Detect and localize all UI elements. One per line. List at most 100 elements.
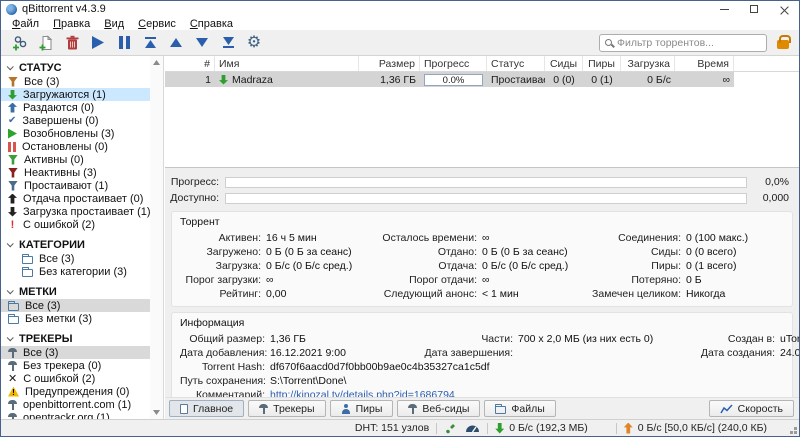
sidebar-tracker-openbittorrent[interactable]: openbittorrent.com (1)	[1, 398, 163, 411]
bottom-priority-button[interactable]	[215, 32, 241, 54]
menu-edit[interactable]: Правка	[46, 18, 97, 30]
stat-value: ∞	[482, 232, 580, 244]
tab-label: Веб-сиды	[422, 403, 469, 415]
sidebar-item-stalled[interactable]: Простаивают (1)	[1, 179, 163, 192]
sidebar-tag-all[interactable]: Все (3)	[1, 299, 163, 312]
sidebar-scrollbar[interactable]	[150, 56, 163, 419]
torrent-table-header: # Имя Размер Прогресс Статус Сиды Пиры З…	[165, 56, 799, 72]
section-trackers[interactable]: ТРЕКЕРЫ	[7, 332, 163, 345]
sidebar-tracker-warning[interactable]: !Предупреждения (0)	[1, 385, 163, 398]
error-circle-icon: ✕	[8, 372, 17, 385]
tab-webseeds[interactable]: Веб-сиды	[397, 400, 480, 417]
sidebar-tracker-error[interactable]: ✕С ошибкой (2)	[1, 372, 163, 385]
stat-value: 0 Б (0 Б за сеанс)	[266, 246, 376, 258]
sidebar-item-all[interactable]: Все (3)	[1, 75, 163, 88]
resize-grip[interactable]	[794, 431, 797, 434]
torrent-seeds: 0 (0)	[545, 72, 583, 87]
stat-value: 0,00	[266, 288, 376, 300]
scroll-down-icon[interactable]	[153, 410, 160, 415]
connection-status-icon[interactable]	[444, 422, 457, 434]
move-up-button[interactable]	[163, 32, 189, 54]
torrent-group: Торрент Активен:16 ч 5 мин Загружено:0 Б…	[171, 211, 793, 307]
pause-button[interactable]	[111, 32, 137, 54]
sidebar-category-all[interactable]: Все (3)	[1, 252, 163, 265]
dht-status: DHT: 151 узлов	[355, 422, 429, 434]
column-header-download[interactable]: Загрузка	[621, 56, 675, 71]
close-button[interactable]	[769, 1, 799, 17]
lock-icon[interactable]	[777, 40, 789, 49]
column-header-progress[interactable]: Прогресс	[420, 56, 487, 71]
search-input[interactable]	[617, 37, 761, 49]
sidebar-tracker-opentrackr[interactable]: opentrackr.org (1)	[1, 411, 163, 419]
move-down-icon	[196, 38, 208, 47]
availability-label: Доступно:	[165, 192, 225, 204]
sidebar-item-paused[interactable]: Остановлены (0)	[1, 140, 163, 153]
stat-label: Осталось времени:	[376, 232, 482, 244]
sidebar-item-label: Без метки (3)	[25, 313, 92, 325]
stat-value: Никогда	[686, 288, 784, 300]
scroll-up-icon[interactable]	[153, 60, 160, 65]
sidebar-item-label: opentrackr.org (1)	[23, 412, 110, 420]
stat-label: Пиры:	[580, 260, 686, 272]
section-categories[interactable]: КАТЕГОРИИ	[7, 238, 163, 251]
move-down-button[interactable]	[189, 32, 215, 54]
sidebar-item-active[interactable]: Активны (0)	[1, 153, 163, 166]
section-status[interactable]: СТАТУС	[7, 61, 163, 74]
torrent-row[interactable]: 1 Madraza 1,36 ГБ 0.0% Простаивает 0 (0)…	[165, 72, 734, 87]
sidebar-tracker-trackerless[interactable]: Без трекера (0)	[1, 359, 163, 372]
column-header-name[interactable]: Имя	[215, 56, 359, 71]
sidebar-item-downloading[interactable]: Загружаются (1)	[1, 88, 163, 101]
resume-button[interactable]	[85, 32, 111, 54]
sidebar-item-inactive[interactable]: Неактивны (3)	[1, 166, 163, 179]
sidebar-tracker-all[interactable]: Все (3)	[1, 346, 163, 359]
menu-help[interactable]: Справка	[183, 18, 240, 30]
sidebar-category-uncategorized[interactable]: Без категории (3)	[1, 265, 163, 278]
sidebar-tag-untagged[interactable]: Без метки (3)	[1, 312, 163, 325]
sidebar-item-errored[interactable]: !С ошибкой (2)	[1, 218, 163, 231]
upload-arrow-icon	[8, 194, 17, 204]
sidebar-item-label: openbittorrent.com (1)	[23, 399, 131, 411]
minimize-button[interactable]	[709, 1, 739, 17]
delete-button[interactable]	[59, 32, 85, 54]
menu-view[interactable]: Вид	[97, 18, 131, 30]
sidebar-item-label: Загружаются (1)	[23, 89, 106, 101]
sidebar-item-completed[interactable]: ✔Завершены (0)	[1, 114, 163, 127]
sidebar-item-stalled-uploading[interactable]: Отдача простаивает (0)	[1, 192, 163, 205]
menu-file[interactable]: Файл	[5, 18, 46, 30]
torrent-name: Madraza	[232, 74, 273, 86]
speed-button[interactable]: Скорость	[709, 400, 794, 417]
column-header-num[interactable]: #	[165, 56, 215, 71]
upload-speed-text[interactable]: 0 Б/с [50,0 КБ/с] (240,0 КБ)	[638, 422, 767, 434]
add-torrent-link-button[interactable]	[7, 32, 33, 54]
sidebar-item-resumed[interactable]: Возобновлены (3)	[1, 127, 163, 140]
info-value: 1,36 ГБ	[270, 333, 422, 345]
sidebar-item-stalled-downloading[interactable]: Загрузка простаивает (1)	[1, 205, 163, 218]
window-controls	[709, 1, 799, 17]
tab-peers[interactable]: Пиры	[330, 400, 394, 417]
stat-label: Рейтинг:	[180, 288, 266, 300]
alt-speed-icon[interactable]	[465, 423, 480, 433]
stat-value: 0 (100 макс.)	[686, 232, 784, 244]
top-priority-button[interactable]	[137, 32, 163, 54]
chevron-down-icon	[7, 287, 14, 294]
tab-trackers[interactable]: Трекеры	[248, 400, 325, 417]
sidebar-item-seeding[interactable]: Раздаются (0)	[1, 101, 163, 114]
column-header-size[interactable]: Размер	[359, 56, 420, 71]
stat-value: 0 Б/с (0 Б/с сред.)	[482, 260, 580, 272]
column-header-eta[interactable]: Время	[675, 56, 734, 71]
add-torrent-file-button[interactable]	[33, 32, 59, 54]
menu-tools[interactable]: Сервис	[131, 18, 183, 30]
column-header-status[interactable]: Статус	[487, 56, 545, 71]
comment-link[interactable]: http://kinozal.tv/details.php?id=1686794	[270, 389, 799, 397]
tab-files[interactable]: Файлы	[484, 400, 555, 417]
options-button[interactable]: ⚙	[241, 32, 267, 54]
torrent-stats-col1: Активен:16 ч 5 мин Загружено:0 Б (0 Б за…	[180, 232, 376, 300]
column-header-seeds[interactable]: Сиды	[545, 56, 583, 71]
column-header-peers[interactable]: Пиры	[583, 56, 621, 71]
stat-label: Соединения:	[580, 232, 686, 244]
section-tags[interactable]: МЕТКИ	[7, 285, 163, 298]
search-icon	[605, 39, 612, 46]
tab-general[interactable]: Главное	[169, 400, 244, 417]
maximize-button[interactable]	[739, 1, 769, 17]
progress-cell-bar: 0.0%	[424, 74, 483, 86]
